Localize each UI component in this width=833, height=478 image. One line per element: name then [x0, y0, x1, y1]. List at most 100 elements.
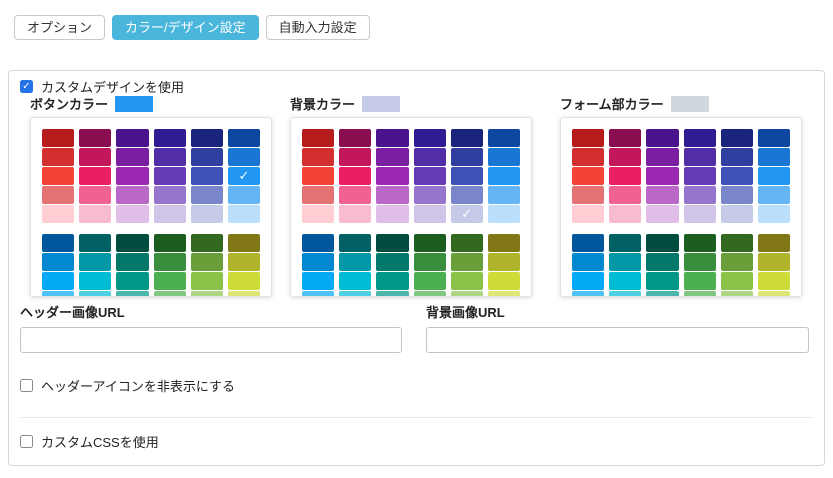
hide-header-icon-checkbox[interactable] [20, 379, 33, 392]
color-swatch[interactable] [190, 234, 223, 252]
color-swatch[interactable] [227, 234, 260, 252]
color-swatch[interactable] [339, 186, 372, 204]
color-swatch[interactable] [720, 253, 753, 271]
color-swatch[interactable] [153, 205, 186, 223]
color-swatch[interactable] [487, 253, 520, 271]
color-swatch[interactable]: ✓ [227, 167, 260, 185]
color-swatch[interactable] [450, 253, 483, 271]
color-swatch[interactable] [339, 205, 372, 223]
color-swatch[interactable] [227, 186, 260, 204]
color-swatch[interactable] [376, 148, 409, 166]
color-swatch[interactable] [646, 205, 679, 223]
color-swatch[interactable] [413, 234, 446, 252]
color-swatch[interactable] [79, 291, 112, 296]
color-swatch[interactable] [683, 129, 716, 147]
color-swatch[interactable] [116, 272, 149, 290]
color-swatch[interactable] [79, 253, 112, 271]
background-image-url-input[interactable] [426, 327, 809, 353]
tab-color-design-settings[interactable]: カラー/デザイン設定 [112, 15, 259, 40]
color-swatch[interactable] [450, 234, 483, 252]
color-swatch[interactable] [42, 234, 75, 252]
color-swatch[interactable] [116, 205, 149, 223]
color-swatch[interactable] [376, 186, 409, 204]
color-swatch[interactable] [79, 272, 112, 290]
color-swatch[interactable] [116, 148, 149, 166]
color-swatch[interactable] [153, 234, 186, 252]
color-swatch[interactable] [116, 253, 149, 271]
color-swatch[interactable] [450, 167, 483, 185]
color-swatch[interactable] [757, 186, 790, 204]
color-swatch[interactable] [42, 148, 75, 166]
color-swatch[interactable] [683, 253, 716, 271]
color-swatch[interactable] [487, 234, 520, 252]
color-swatch[interactable] [42, 186, 75, 204]
use-custom-css-checkbox[interactable] [20, 435, 33, 448]
color-swatch[interactable] [339, 291, 372, 296]
color-swatch[interactable] [683, 291, 716, 296]
color-swatch[interactable] [450, 148, 483, 166]
color-swatch[interactable] [572, 234, 605, 252]
color-swatch[interactable] [757, 129, 790, 147]
color-swatch[interactable] [609, 253, 642, 271]
color-swatch[interactable] [339, 167, 372, 185]
color-swatch[interactable] [450, 129, 483, 147]
color-swatch[interactable] [720, 291, 753, 296]
use-custom-design-checkbox[interactable]: ✓ [20, 80, 33, 93]
color-swatch[interactable] [42, 272, 75, 290]
color-swatch[interactable] [572, 253, 605, 271]
color-swatch[interactable] [450, 291, 483, 296]
color-swatch[interactable] [302, 234, 335, 252]
color-swatch[interactable] [646, 148, 679, 166]
color-swatch[interactable] [609, 205, 642, 223]
color-swatch[interactable] [487, 167, 520, 185]
color-swatch[interactable] [190, 291, 223, 296]
color-swatch[interactable] [572, 167, 605, 185]
color-swatch[interactable] [413, 291, 446, 296]
color-swatch[interactable] [572, 148, 605, 166]
color-swatch[interactable]: ✓ [450, 205, 483, 223]
color-swatch[interactable] [720, 186, 753, 204]
color-swatch[interactable] [720, 272, 753, 290]
color-swatch[interactable] [572, 291, 605, 296]
color-swatch[interactable] [116, 186, 149, 204]
color-swatch[interactable] [646, 234, 679, 252]
color-swatch[interactable] [757, 291, 790, 296]
color-swatch[interactable] [302, 167, 335, 185]
color-swatch[interactable] [79, 167, 112, 185]
color-swatch[interactable] [302, 272, 335, 290]
color-swatch[interactable] [79, 234, 112, 252]
color-swatch[interactable] [609, 186, 642, 204]
color-swatch[interactable] [757, 205, 790, 223]
header-image-url-input[interactable] [20, 327, 402, 353]
color-swatch[interactable] [116, 167, 149, 185]
color-swatch[interactable] [609, 234, 642, 252]
color-swatch[interactable] [42, 129, 75, 147]
color-swatch[interactable] [609, 129, 642, 147]
color-swatch[interactable] [720, 148, 753, 166]
color-swatch[interactable] [376, 205, 409, 223]
color-swatch[interactable] [153, 186, 186, 204]
color-swatch[interactable] [487, 291, 520, 296]
color-swatch[interactable] [683, 167, 716, 185]
color-swatch[interactable] [609, 272, 642, 290]
color-swatch[interactable] [153, 272, 186, 290]
color-swatch[interactable] [190, 205, 223, 223]
color-swatch[interactable] [413, 129, 446, 147]
color-swatch[interactable] [609, 148, 642, 166]
color-swatch[interactable] [153, 167, 186, 185]
color-swatch[interactable] [302, 129, 335, 147]
color-swatch[interactable] [79, 129, 112, 147]
color-swatch[interactable] [413, 272, 446, 290]
color-swatch[interactable] [376, 272, 409, 290]
color-swatch[interactable] [79, 205, 112, 223]
color-swatch[interactable] [572, 186, 605, 204]
color-swatch[interactable] [413, 205, 446, 223]
color-swatch[interactable] [153, 148, 186, 166]
color-swatch[interactable] [572, 129, 605, 147]
color-swatch[interactable] [683, 205, 716, 223]
color-swatch[interactable] [757, 234, 790, 252]
color-swatch[interactable] [413, 253, 446, 271]
color-swatch[interactable] [683, 272, 716, 290]
color-swatch[interactable] [339, 234, 372, 252]
color-swatch[interactable] [487, 129, 520, 147]
